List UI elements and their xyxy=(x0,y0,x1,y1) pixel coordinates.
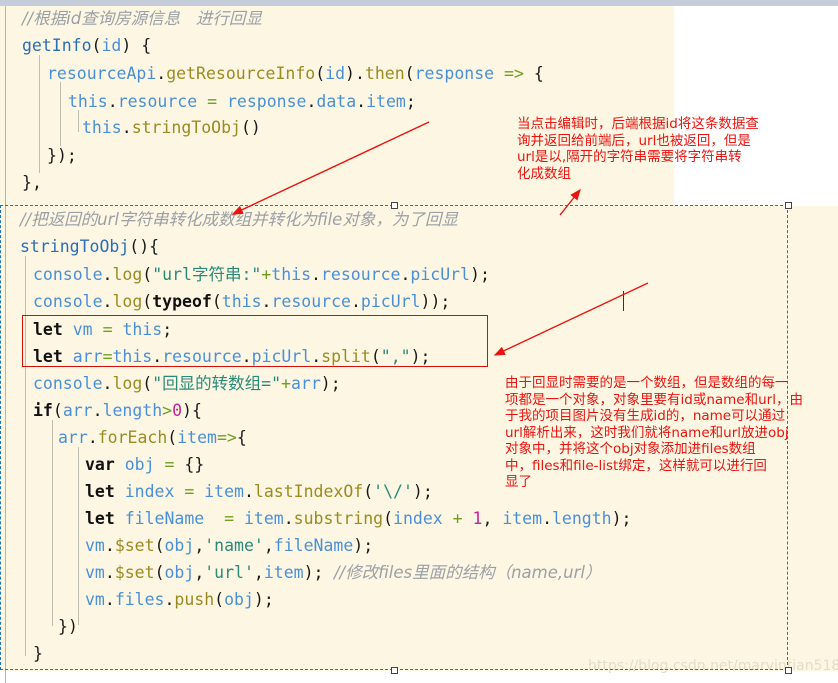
code-line[interactable]: if(arr.length>0){ xyxy=(33,402,202,420)
code-line[interactable]: console.log("url字符串:"+this.resource.picU… xyxy=(33,266,490,284)
editor-left-rule xyxy=(5,6,6,683)
annotation-edit-echo: 当点击编辑时，后端根据id将这条数据查 询并返回给前端后，url也被返回，但是 … xyxy=(517,116,759,182)
indent-guide-1 xyxy=(39,55,40,173)
code-line[interactable]: let arr=this.resource.picUrl.split(","); xyxy=(33,348,430,366)
indent-guide-4 xyxy=(25,256,26,656)
selection-handle-bottom-right[interactable] xyxy=(784,666,792,674)
code-line[interactable]: let index = item.lastIndexOf('\/'); xyxy=(85,483,433,501)
code-line[interactable]: }, xyxy=(22,174,42,192)
selection-handle-top-right[interactable] xyxy=(784,201,792,209)
annotation-array-object: 由于回显时需要的是一个数组，但是数组的每一 项都是一个对象，对象里要有id或na… xyxy=(505,375,803,490)
indent-guide-3 xyxy=(78,110,79,132)
code-line[interactable]: getInfo(id) { xyxy=(22,37,151,55)
csdn-watermark: https://blog.csdn.net/marvintian518 xyxy=(588,658,838,674)
code-line[interactable]: console.log(typeof(this.resource.picUrl)… xyxy=(33,293,450,311)
selection-handle-top-center[interactable] xyxy=(390,201,398,209)
code-line[interactable]: var obj = {} xyxy=(85,456,204,474)
indent-guide-6 xyxy=(78,447,79,625)
code-line[interactable]: this.stringToObj() xyxy=(82,119,261,137)
indent-guide-5 xyxy=(52,420,53,626)
text-caret xyxy=(623,291,624,311)
editor-top-bar xyxy=(0,0,838,6)
code-line[interactable]: } xyxy=(33,645,43,663)
code-line[interactable]: console.log("回显的转数组="+arr); xyxy=(33,375,341,393)
code-line[interactable]: this.resource = response.data.item; xyxy=(68,93,416,111)
indent-guide-2 xyxy=(60,82,61,146)
code-line[interactable]: vm.files.push(obj); xyxy=(85,591,274,609)
code-line[interactable]: //根据id查询房源信息 进行回显 xyxy=(22,10,262,28)
code-line[interactable]: vm.$set(obj,'name',fileName); xyxy=(85,537,373,555)
code-line[interactable]: arr.forEach(item=>{ xyxy=(58,429,247,447)
code-line[interactable]: }); xyxy=(47,147,77,165)
code-editor-canvas: //根据id查询房源信息 进行回显 getInfo(id) { resource… xyxy=(0,0,838,683)
code-line[interactable]: }) xyxy=(58,618,78,636)
code-line[interactable]: //把返回的url字符串转化成数组并转化为file对象，为了回显 xyxy=(20,211,458,229)
selection-handle-bottom-center[interactable] xyxy=(390,666,398,674)
code-line[interactable]: let vm = this; xyxy=(33,321,172,339)
code-line[interactable]: resourceApi.getResourceInfo(id).then(res… xyxy=(47,65,544,83)
code-line[interactable]: let fileName = item.substring(index + 1,… xyxy=(85,510,631,528)
code-line[interactable]: vm.$set(obj,'url',item); //修改files里面的结构（… xyxy=(85,564,601,582)
code-line[interactable]: stringToObj(){ xyxy=(20,238,159,256)
